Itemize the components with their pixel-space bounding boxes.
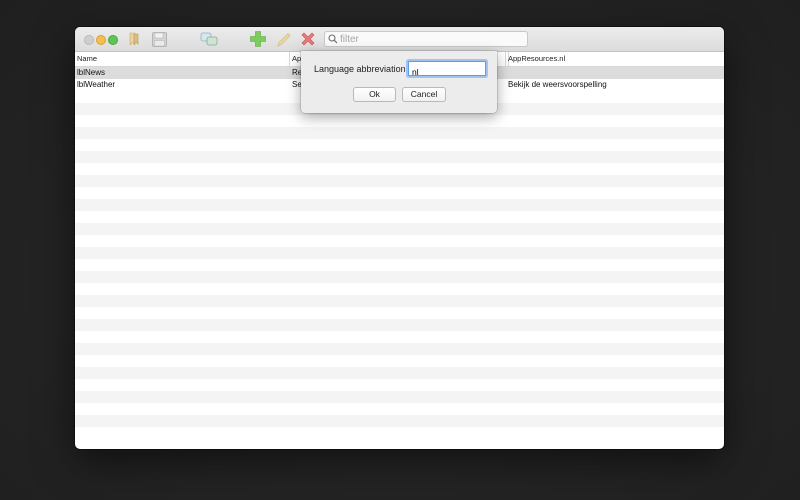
empty-row (75, 187, 724, 199)
cell-nl: Bekijk de weersvoorspelling (508, 80, 607, 89)
empty-row (75, 307, 724, 319)
ok-button[interactable]: Ok (353, 87, 396, 102)
window-maximize-button[interactable] (108, 35, 118, 45)
empty-row (75, 427, 724, 439)
language-abbreviation-field[interactable] (408, 61, 486, 79)
empty-row (75, 235, 724, 247)
empty-row (75, 211, 724, 223)
language-abbreviation-input[interactable] (409, 65, 484, 79)
empty-row (75, 391, 724, 403)
empty-row (75, 223, 724, 235)
empty-row (75, 379, 724, 391)
empty-row (75, 283, 724, 295)
toolbar (75, 27, 724, 52)
column-header-name[interactable]: Name (75, 52, 290, 66)
empty-row (75, 367, 724, 379)
empty-row (75, 127, 724, 139)
translate-button[interactable] (199, 30, 219, 48)
empty-row (75, 295, 724, 307)
save-button[interactable] (149, 30, 169, 48)
window-close-button[interactable] (84, 35, 94, 45)
language-dialog: Language abbreviation Ok Cancel (301, 51, 497, 113)
window-minimize-button[interactable] (96, 35, 106, 45)
search-field[interactable] (324, 31, 528, 47)
table-body: lblNews Re lblWeather Se Bekijk de weers… (75, 67, 724, 449)
search-input[interactable] (340, 32, 520, 46)
bookmark-icon (129, 32, 139, 46)
add-button[interactable] (248, 30, 268, 48)
empty-row (75, 199, 724, 211)
empty-row (75, 403, 724, 415)
empty-row (75, 163, 724, 175)
empty-row (75, 175, 724, 187)
empty-row (75, 331, 724, 343)
cancel-button[interactable]: Cancel (402, 87, 446, 102)
cell-nl (506, 67, 718, 79)
empty-row (75, 319, 724, 331)
edit-icon (277, 33, 291, 47)
add-icon (250, 31, 266, 47)
empty-row (75, 139, 724, 151)
edit-button[interactable] (274, 30, 294, 48)
cell-name: lblWeather (77, 80, 116, 89)
empty-row (75, 271, 724, 283)
search-icon (328, 34, 338, 44)
cell-name: lblNews (77, 68, 106, 77)
empty-row (75, 259, 724, 271)
empty-row (75, 115, 724, 127)
empty-row (75, 151, 724, 163)
column-header-nl[interactable]: AppResources.nl (506, 52, 724, 66)
empty-row (75, 355, 724, 367)
delete-icon (301, 32, 315, 46)
translate-icon (200, 32, 218, 46)
language-abbreviation-label: Language abbreviation (314, 64, 406, 74)
delete-button[interactable] (298, 30, 318, 48)
bookmark-button[interactable] (124, 30, 144, 48)
empty-row (75, 247, 724, 259)
save-icon (151, 31, 167, 47)
empty-row (75, 343, 724, 355)
empty-row (75, 415, 724, 427)
